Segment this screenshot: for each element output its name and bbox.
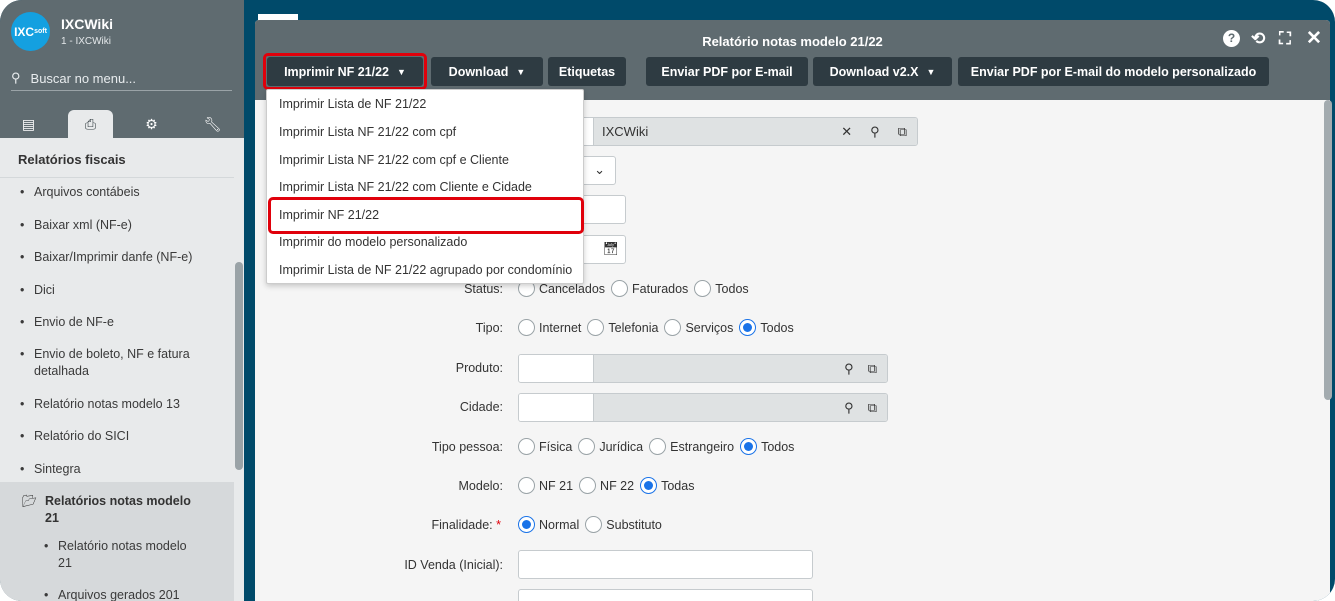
tipo-pessoa-radio-group[interactable]: Física Jurídica Estrangeiro Todos xyxy=(516,438,794,455)
open-external-icon[interactable]: ⧉ xyxy=(868,361,877,377)
radio[interactable] xyxy=(611,280,629,297)
sidebar-subitem[interactable]: Relatório notas modelo 21 xyxy=(44,538,196,572)
produto-lookup[interactable]: ⚲ ⧉ xyxy=(518,354,888,383)
sidebar-item[interactable]: Envio de NF-e xyxy=(20,314,207,331)
sidebar-item[interactable]: Relatório do SICI xyxy=(20,428,207,445)
history-icon[interactable]: ⟲ xyxy=(1251,29,1265,49)
sidebar-item[interactable]: Arquivos contábeis xyxy=(20,184,207,201)
company-value: IXCWiki xyxy=(602,124,649,139)
sidebar-folder-open[interactable]: Relatórios notas modelo 21 xyxy=(45,493,205,527)
search-placeholder: Buscar no menu... xyxy=(30,70,137,86)
produto-label: Produto: xyxy=(455,361,503,375)
open-external-icon[interactable]: ⧉ xyxy=(898,124,907,140)
clear-icon[interactable]: ✕ xyxy=(841,124,852,140)
workspace-subtitle: 1 - IXCWiki xyxy=(61,36,111,47)
close-icon[interactable]: ✕ xyxy=(1306,27,1322,50)
dropdown-item[interactable]: Imprimir Lista de NF 21/22 agrupado por … xyxy=(279,263,572,277)
dropdown-item[interactable]: Imprimir Lista NF 21/22 com cpf xyxy=(279,125,456,139)
status-label: Status: xyxy=(464,282,503,296)
caret-down-icon: ▼ xyxy=(926,66,936,77)
search-icon: ⚲ xyxy=(11,70,21,85)
tipo-radio-group[interactable]: Internet Telefonia Serviços Todos xyxy=(516,319,794,336)
menu-search-input[interactable]: ⚲ Buscar no menu... xyxy=(11,66,232,91)
sidebar-menu: Relatórios fiscais Arquivos contábeis Ba… xyxy=(0,138,234,601)
print-dropdown-menu: Imprimir Lista de NF 21/22 Imprimir List… xyxy=(266,89,584,284)
sidebar-item[interactable]: Dici xyxy=(20,282,207,299)
highlight-box xyxy=(268,197,584,234)
id-venda-inicial-label: ID Venda (Inicial): xyxy=(404,558,503,572)
cidade-label: Cidade: xyxy=(459,400,503,414)
tipo-pessoa-label: Tipo pessoa: xyxy=(431,440,503,454)
ixcsoft-logo: IXC soft xyxy=(11,12,50,51)
modal-title: Relatório notas modelo 21/22 xyxy=(702,34,883,49)
tab-wrench-icon[interactable]: 🔧︎ xyxy=(190,110,235,138)
section-title: Relatórios fiscais xyxy=(0,138,234,178)
download-v2-button[interactable]: Download v2.X ▼ xyxy=(813,57,952,86)
tab-gears-icon[interactable]: ⚙ xyxy=(129,110,174,138)
sidebar-item[interactable]: Sintegra xyxy=(20,461,207,478)
send-pdf-button[interactable]: Enviar PDF por E-mail xyxy=(646,57,808,86)
modelo-radio-group[interactable]: NF 21 NF 22 Todas xyxy=(516,477,694,494)
sidebar-item[interactable]: Baixar/Imprimir danfe (NF-e) xyxy=(20,249,207,266)
app-frame: IXC soft IXCWiki 1 - IXCWiki ⚲ Buscar no m… xyxy=(0,0,1335,601)
send-pdf-custom-button[interactable]: Enviar PDF por E-mail do modelo personal… xyxy=(958,57,1269,86)
search-icon[interactable]: ⚲ xyxy=(844,361,854,377)
dropdown-item[interactable]: Imprimir do modelo personalizado xyxy=(279,235,467,249)
tab-printer-icon[interactable]: ⎙ xyxy=(68,110,113,138)
chevron-down-icon: ⌄ xyxy=(594,162,605,177)
search-icon[interactable]: ⚲ xyxy=(844,400,854,416)
tipo-label: Tipo: xyxy=(475,321,503,335)
caret-down-icon: ▼ xyxy=(516,66,526,77)
sidebar: IXC soft IXCWiki 1 - IXCWiki ⚲ Buscar no m… xyxy=(0,0,244,601)
search-icon[interactable]: ⚲ xyxy=(870,124,880,140)
help-icon[interactable]: ? xyxy=(1223,30,1240,47)
dropdown-item[interactable]: Imprimir Lista NF 21/22 com Cliente e Ci… xyxy=(279,180,532,194)
modelo-label: Modelo: xyxy=(458,479,503,493)
calendar-icon[interactable]: 📅︎ xyxy=(602,241,619,256)
sidebar-scroll-thumb[interactable] xyxy=(235,262,243,470)
sidebar-item[interactable]: Baixar xml (NF-e) xyxy=(20,217,207,234)
labels-button[interactable]: Etiquetas xyxy=(548,57,626,86)
folder-open-icon: 📂︎ xyxy=(22,494,38,508)
sidebar-subitem[interactable]: Arquivos gerados 201 xyxy=(44,587,196,601)
fullscreen-icon[interactable]: ⛶ xyxy=(1279,29,1291,49)
radio[interactable] xyxy=(694,280,712,297)
highlight-box xyxy=(263,53,427,90)
dropdown-item[interactable]: Imprimir Lista NF 21/22 com cpf e Client… xyxy=(279,153,509,167)
tab-list-icon[interactable]: ▤ xyxy=(6,110,51,138)
finalidade-radio-group[interactable]: Normal Substituto xyxy=(516,516,662,533)
workspace-name: IXCWiki xyxy=(61,16,113,32)
modal-scrollbar[interactable] xyxy=(1324,100,1332,400)
finalidade-label: Finalidade: * xyxy=(431,518,501,532)
id-venda-final-input[interactable] xyxy=(518,589,813,601)
sidebar-item[interactable]: Relatório notas modelo 13 xyxy=(20,396,207,413)
id-venda-inicial-input[interactable] xyxy=(518,550,813,579)
dropdown-item[interactable]: Imprimir Lista de NF 21/22 xyxy=(279,97,426,111)
open-external-icon[interactable]: ⧉ xyxy=(868,400,877,416)
sidebar-item[interactable]: Envio de boleto, NF e fatura detalhada xyxy=(20,346,202,380)
cidade-lookup[interactable]: ⚲ ⧉ xyxy=(518,393,888,422)
download-button[interactable]: Download ▼ xyxy=(431,57,543,86)
